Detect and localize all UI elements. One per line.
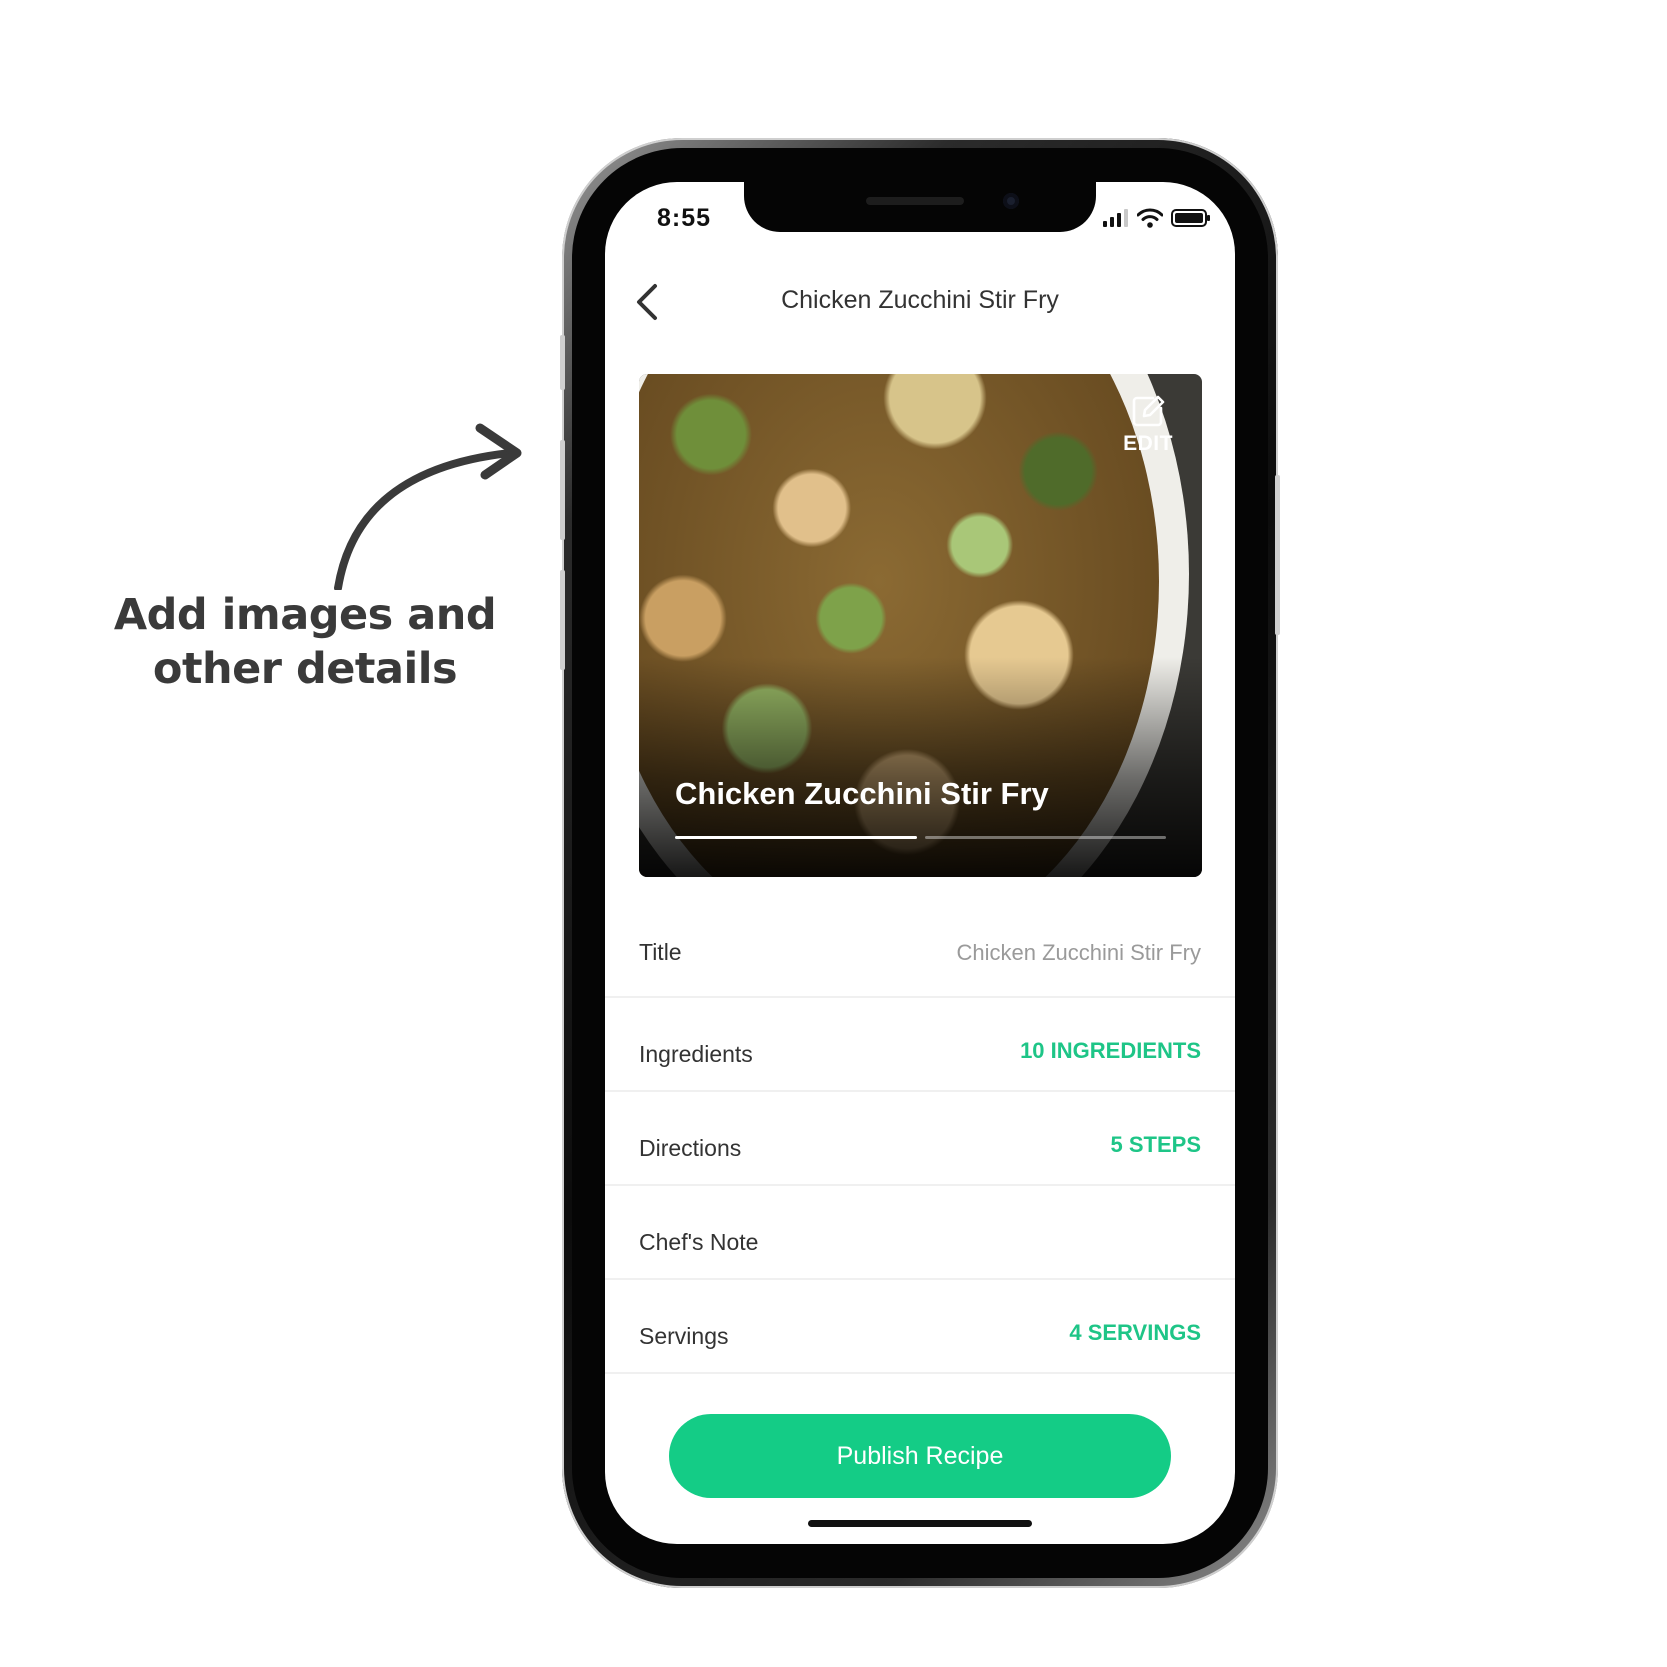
detail-row-servings[interactable]: Servings 4 SERVINGS	[605, 1280, 1235, 1374]
detail-row-title[interactable]: Title Chicken Zucchini Stir Fry	[605, 904, 1235, 998]
phone-volume-down	[560, 570, 565, 670]
carousel-indicator	[675, 836, 1166, 839]
home-indicator[interactable]	[808, 1520, 1032, 1527]
detail-row-directions[interactable]: Directions 5 STEPS	[605, 1092, 1235, 1186]
promo-canvas: Add images and other details 8:55 Chicke…	[0, 0, 1667, 1667]
edit-label: EDIT	[1123, 432, 1173, 455]
detail-label: Chef's Note	[639, 1229, 759, 1255]
cellular-signal-icon	[1103, 209, 1128, 227]
phone-screen: 8:55 Chicken Zucchini Stir Fry EDIT Chic…	[605, 182, 1235, 1544]
speaker-grille	[866, 197, 964, 205]
carousel-indicator-active	[675, 836, 917, 839]
detail-label: Ingredients	[639, 1041, 753, 1067]
front-camera-icon	[1003, 193, 1019, 209]
detail-row-ingredients[interactable]: Ingredients 10 INGREDIENTS	[605, 998, 1235, 1092]
battery-icon	[1171, 209, 1210, 227]
phone-mute-switch	[560, 335, 565, 390]
wifi-icon	[1137, 208, 1163, 228]
detail-value: 10 INGREDIENTS	[1020, 1038, 1201, 1063]
image-caption-title: Chicken Zucchini Stir Fry	[675, 776, 1049, 811]
detail-value: 4 SERVINGS	[1069, 1320, 1201, 1345]
detail-label: Servings	[639, 1323, 729, 1349]
page-title: Chicken Zucchini Stir Fry	[781, 286, 1059, 314]
detail-label: Directions	[639, 1135, 742, 1161]
phone-power-button	[1275, 475, 1280, 635]
phone-notch	[744, 182, 1096, 232]
curved-arrow-icon	[334, 423, 522, 590]
recipe-details-list: Title Chicken Zucchini Stir Fry Ingredie…	[605, 904, 1235, 1374]
callout-caption: Add images and other details	[113, 590, 497, 694]
detail-value: Chicken Zucchini Stir Fry	[956, 940, 1201, 965]
edit-image-button[interactable]: EDIT	[1116, 394, 1180, 456]
phone-volume-up	[560, 440, 565, 540]
detail-label: Title	[639, 939, 682, 965]
recipe-image-carousel[interactable]: EDIT Chicken Zucchini Stir Fry	[639, 374, 1202, 877]
edit-icon	[1132, 395, 1165, 427]
back-button[interactable]	[627, 278, 667, 326]
status-icons	[1103, 208, 1211, 228]
status-time: 8:55	[657, 204, 712, 232]
detail-row-chefs-note[interactable]: Chef's Note	[605, 1186, 1235, 1280]
image-gradient-overlay	[639, 657, 1202, 877]
publish-recipe-button[interactable]: Publish Recipe	[669, 1414, 1171, 1498]
detail-value: 5 STEPS	[1110, 1132, 1201, 1157]
chevron-left-icon	[637, 284, 657, 320]
carousel-indicator-inactive	[924, 836, 1166, 839]
